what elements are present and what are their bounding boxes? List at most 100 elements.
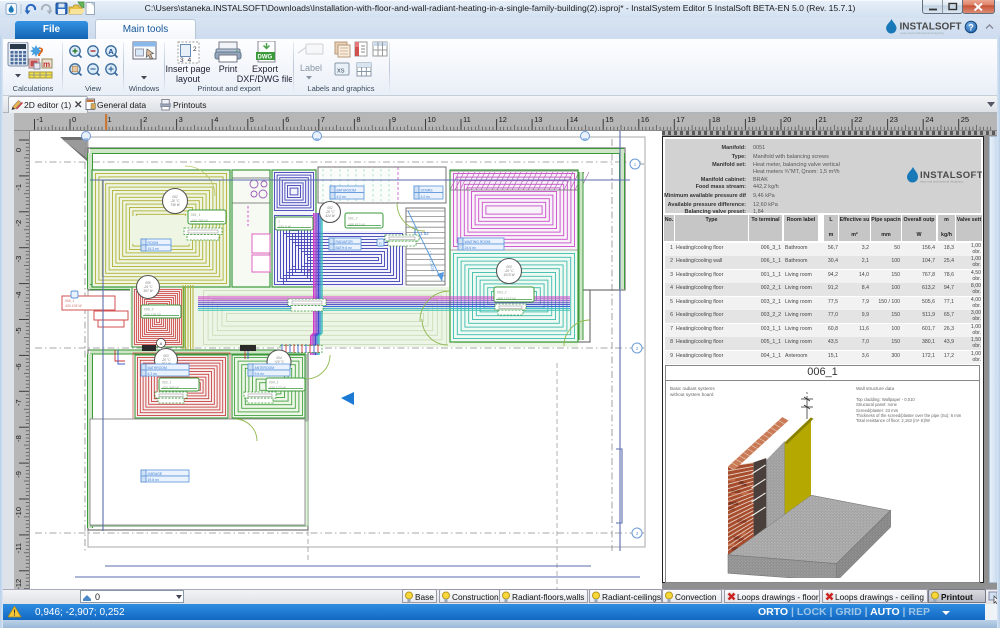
- svg-text:9: 9: [392, 115, 396, 124]
- svg-text:4: 4: [188, 57, 192, 64]
- svg-text:0: 0: [95, 592, 100, 602]
- svg-text:Print: Print: [219, 64, 238, 74]
- svg-text:Label: Label: [300, 63, 322, 73]
- svg-text:-6: -6: [14, 363, 23, 370]
- svg-text:1.52: 1.52: [420, 231, 429, 236]
- svg-text:001_1: 001_1: [191, 213, 201, 217]
- svg-text:1: 1: [108, 115, 112, 124]
- svg-text:002_2: 002_2: [348, 216, 358, 220]
- svg-text:367 W: 367 W: [143, 289, 153, 293]
- svg-text:006_1: 006_1: [65, 299, 75, 303]
- svg-text:GARAGE: GARAGE: [148, 472, 163, 476]
- svg-text:WAITING ROOM: WAITING ROOM: [465, 240, 491, 244]
- svg-text:21: 21: [819, 115, 827, 124]
- svg-text:BATHROOM: BATHROOM: [148, 366, 168, 370]
- svg-text:BATH 6 m²: BATH 6 m²: [336, 246, 353, 250]
- svg-text:430-768 W: 430-768 W: [191, 219, 208, 223]
- svg-text:layout: layout: [176, 74, 201, 84]
- svg-text:488-1015 W: 488-1015 W: [497, 297, 516, 301]
- svg-text:15: 15: [605, 115, 613, 124]
- svg-text:2: 2: [193, 46, 197, 53]
- svg-text:002_1: 002_1: [162, 380, 172, 384]
- svg-text:ROOM: ROOM: [148, 241, 159, 245]
- svg-text:6.2 m²: 6.2 m²: [148, 372, 158, 376]
- svg-text:4.0 m²: 4.0 m²: [337, 195, 347, 199]
- svg-text:748 W: 748 W: [170, 203, 180, 207]
- svg-text:430-156 W: 430-156 W: [144, 313, 161, 317]
- svg-text:24: 24: [925, 115, 933, 124]
- svg-text:6: 6: [285, 115, 289, 124]
- svg-text:DWG: DWG: [258, 55, 273, 61]
- svg-text:STAIRS: STAIRS: [421, 188, 434, 192]
- svg-text:20: 20: [783, 115, 791, 124]
- svg-text:-4: -4: [14, 292, 23, 299]
- svg-text:BATHROOM: BATHROOM: [337, 188, 357, 192]
- svg-text:430-172 W: 430-172 W: [269, 386, 286, 390]
- svg-text:430-365 W: 430-365 W: [162, 386, 179, 390]
- svg-text:4.0 m²: 4.0 m²: [421, 195, 431, 199]
- svg-text:-3: -3: [14, 256, 23, 263]
- svg-text:A: A: [108, 47, 114, 56]
- svg-text:-11: -11: [14, 543, 23, 553]
- svg-text:-5: -5: [14, 328, 23, 335]
- svg-text:-10: -10: [14, 507, 23, 518]
- svg-text:430-105 W: 430-105 W: [65, 304, 82, 308]
- svg-text:xs: xs: [337, 66, 345, 75]
- svg-text:-2: -2: [14, 220, 23, 227]
- svg-text:-9: -9: [14, 471, 23, 478]
- svg-text:25: 25: [961, 115, 969, 124]
- svg-text:488-613 W: 488-613 W: [348, 223, 365, 227]
- svg-text:003_2: 003_2: [497, 290, 507, 294]
- svg-text:m: m: [43, 60, 50, 69]
- svg-text:!: !: [13, 609, 16, 618]
- svg-text:15.3 m²: 15.3 m²: [148, 247, 160, 251]
- svg-text:?: ?: [968, 23, 974, 33]
- svg-text:17: 17: [676, 115, 684, 124]
- svg-text:easy and professional designin: easy and professional designing: [920, 180, 963, 184]
- svg-text:DXF/DWG file: DXF/DWG file: [237, 74, 292, 84]
- svg-text:ANTEROOM: ANTEROOM: [255, 366, 275, 370]
- svg-text:24.6 m²: 24.6 m²: [465, 246, 477, 250]
- svg-text:22: 22: [854, 115, 862, 124]
- svg-text:RADIATOR: RADIATOR: [336, 240, 354, 244]
- svg-text:5: 5: [250, 115, 254, 124]
- svg-text:10: 10: [428, 115, 436, 124]
- svg-text:16: 16: [641, 115, 649, 124]
- svg-text:-1: -1: [37, 115, 44, 124]
- svg-text:A: A: [160, 341, 163, 346]
- svg-text:23: 23: [890, 115, 898, 124]
- svg-text:Insert page: Insert page: [166, 64, 211, 74]
- svg-text:0: 0: [14, 148, 23, 152]
- svg-text:3: 3: [180, 57, 184, 64]
- svg-text:-12: -12: [14, 579, 23, 589]
- svg-text:4: 4: [214, 115, 218, 124]
- svg-text:14: 14: [570, 115, 578, 124]
- svg-text:3: 3: [179, 115, 183, 124]
- svg-text:General data: General data: [97, 100, 146, 110]
- svg-text:Export: Export: [252, 64, 279, 74]
- svg-text:-7: -7: [14, 399, 23, 406]
- svg-text:7: 7: [321, 115, 325, 124]
- svg-text:-8: -8: [14, 435, 23, 442]
- svg-text:19: 19: [747, 115, 755, 124]
- svg-text:1: 1: [278, 219, 280, 223]
- svg-text:*: *: [308, 269, 311, 276]
- svg-text:12: 12: [499, 115, 507, 124]
- svg-text:9.6 m²: 9.6 m²: [255, 372, 265, 376]
- svg-text:18: 18: [712, 115, 720, 124]
- svg-text:0: 0: [72, 115, 76, 124]
- svg-text:-1: -1: [14, 184, 23, 191]
- svg-text:8: 8: [356, 115, 360, 124]
- svg-text:006_3: 006_3: [144, 307, 154, 311]
- svg-text:2D editor (1): 2D editor (1): [24, 100, 71, 110]
- svg-text:430-0 W: 430-0 W: [278, 225, 292, 229]
- svg-text:004_1: 004_1: [269, 380, 279, 384]
- svg-text:easy and professional designin: easy and professional designing: [901, 31, 944, 35]
- svg-text:19.6 m²: 19.6 m²: [148, 478, 160, 482]
- svg-text:2: 2: [143, 115, 147, 124]
- svg-text:424 W: 424 W: [325, 214, 335, 218]
- svg-text:13: 13: [534, 115, 542, 124]
- svg-text:1015 W: 1015 W: [504, 273, 516, 277]
- svg-text:Printouts: Printouts: [173, 100, 207, 110]
- svg-text:11: 11: [463, 115, 471, 124]
